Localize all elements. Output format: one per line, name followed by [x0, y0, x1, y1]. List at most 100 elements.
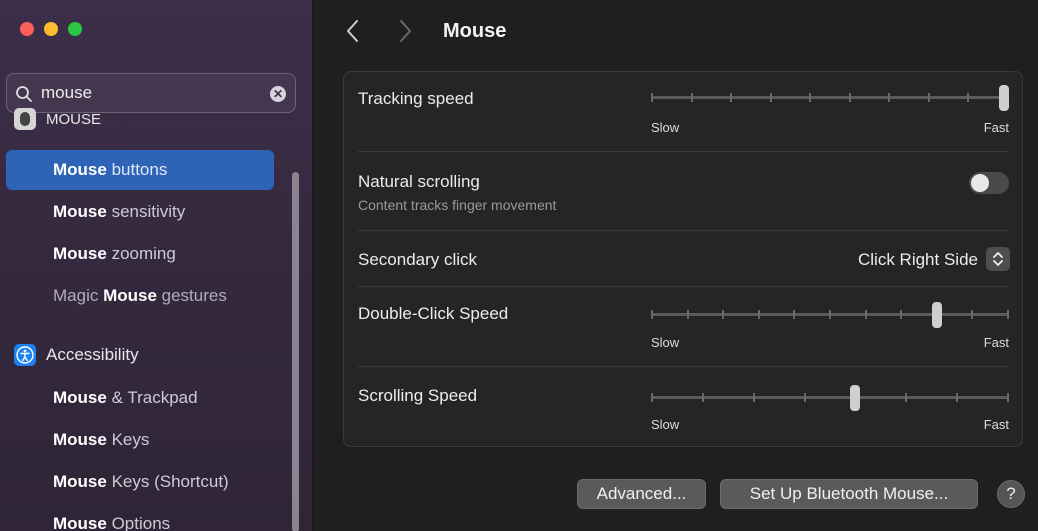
close-window-button[interactable] — [20, 22, 34, 36]
set-up-bluetooth-mouse-button[interactable]: Set Up Bluetooth Mouse... — [720, 479, 978, 509]
page-title: Mouse — [443, 20, 507, 42]
result-text: gestures — [156, 286, 227, 305]
result-text: buttons — [106, 160, 168, 179]
slider-tick — [956, 393, 959, 402]
minimize-window-button[interactable] — [44, 22, 58, 36]
fast-label: Fast — [983, 120, 1009, 135]
slider-tick — [803, 393, 806, 402]
slider-tick — [793, 310, 796, 319]
result-magic-mouse-gestures[interactable]: Magic Mouse gestures — [6, 276, 274, 316]
secondary-click-value[interactable]: Click Right Side — [858, 250, 978, 270]
result-text: Keys (Shortcut) — [106, 472, 229, 491]
divider — [358, 286, 1008, 287]
slider-tick — [686, 310, 689, 319]
slider-tick — [730, 93, 733, 102]
result-mouse-buttons[interactable]: Mouse buttons — [6, 150, 274, 190]
sidebar: ✕ Mouse Mouse buttons Mouse sensitivity … — [0, 0, 313, 531]
result-text: Options — [106, 514, 171, 531]
fast-label: Fast — [983, 335, 1009, 350]
divider — [358, 230, 1008, 231]
slow-label: Slow — [651, 120, 680, 135]
forward-chevron-icon[interactable] — [395, 16, 415, 46]
scrolling-speed-label: Scrolling Speed — [358, 386, 478, 405]
search-icon — [16, 86, 32, 102]
sidebar-scrollbar[interactable] — [292, 172, 299, 531]
scrolling-speed-slider[interactable] — [651, 385, 1009, 411]
slider-tick — [829, 310, 831, 319]
slider-tick — [690, 93, 693, 102]
tracking-speed-label: Tracking speed — [358, 89, 474, 108]
slow-label: Slow — [651, 417, 680, 432]
result-mouse-trackpad[interactable]: Mouse & Trackpad — [6, 378, 274, 418]
zoom-window-button[interactable] — [68, 22, 82, 36]
slow-label: Slow — [651, 335, 680, 350]
slider-tick — [1007, 310, 1009, 319]
slider-tick — [769, 93, 772, 102]
slider-tick — [651, 310, 653, 319]
natural-scrolling-description: Content tracks finger movement — [358, 197, 557, 213]
slider-tick — [864, 310, 867, 319]
slider-tick — [967, 93, 970, 102]
secondary-click-label: Secondary click — [358, 250, 478, 269]
main-pane: Mouse Tracking speed Slow Fast Natural s… — [313, 0, 1038, 531]
match-text: Mouse — [53, 430, 107, 449]
mouse-icon — [14, 108, 36, 130]
match-text: Mouse — [53, 160, 107, 179]
match-text: Mouse — [53, 514, 107, 531]
result-mouse-sensitivity[interactable]: Mouse sensitivity — [6, 192, 274, 232]
advanced-button[interactable]: Advanced... — [577, 479, 706, 509]
tracking-speed-slider[interactable] — [651, 85, 1009, 111]
slider-tick — [900, 310, 903, 319]
fast-label: Fast — [983, 417, 1009, 432]
divider — [358, 151, 1008, 152]
toggle-knob — [971, 174, 989, 192]
slider-track — [651, 96, 1009, 99]
slider-tick — [722, 310, 725, 319]
slider-tick — [701, 393, 704, 402]
slider-tick — [809, 93, 812, 102]
natural-scrolling-label: Natural scrolling — [358, 172, 480, 191]
result-mouse-options[interactable]: Mouse Options — [6, 504, 274, 531]
divider — [358, 366, 1008, 367]
result-text: & Trackpad — [106, 388, 198, 407]
search-field[interactable]: ✕ — [6, 73, 296, 113]
slider-tick — [651, 93, 653, 102]
accessibility-icon — [14, 344, 36, 366]
double-click-speed-slider[interactable] — [651, 302, 1009, 328]
slider-thumb[interactable] — [999, 85, 1009, 111]
group-accessibility[interactable]: Accessibility — [14, 344, 139, 366]
help-button[interactable]: ? — [997, 480, 1025, 508]
slider-tick — [752, 393, 755, 402]
result-mouse-keys[interactable]: Mouse Keys — [6, 420, 274, 460]
result-mouse-keys-shortcut[interactable]: Mouse Keys (Shortcut) — [6, 462, 274, 502]
group-label: Accessibility — [46, 345, 139, 364]
slider-tick — [848, 93, 851, 102]
back-chevron-icon[interactable] — [343, 16, 363, 46]
slider-tick — [927, 93, 930, 102]
match-text: Mouse — [53, 244, 107, 263]
natural-scrolling-toggle[interactable] — [969, 172, 1009, 194]
clear-search-icon[interactable]: ✕ — [270, 86, 286, 102]
search-input[interactable] — [41, 82, 261, 104]
slider-tick — [757, 310, 760, 319]
slider-thumb[interactable] — [850, 385, 861, 411]
chevron-up-down-icon — [993, 252, 1003, 266]
window-controls — [20, 22, 82, 36]
result-text: Magic — [53, 286, 104, 305]
slider-tick — [888, 93, 891, 102]
slider-tick — [971, 310, 974, 319]
match-text: Mouse — [53, 472, 107, 491]
slider-tick — [651, 393, 653, 402]
secondary-click-popup-button[interactable] — [986, 247, 1010, 271]
result-text: zooming — [106, 244, 176, 263]
result-mouse-zooming[interactable]: Mouse zooming — [6, 234, 274, 274]
slider-tick — [1007, 393, 1009, 402]
group-mouse[interactable]: Mouse — [14, 108, 101, 130]
match-text: Mouse — [103, 286, 157, 305]
result-text: sensitivity — [106, 202, 186, 221]
slider-tick — [905, 393, 908, 402]
settings-panel: Tracking speed Slow Fast Natural scrolli… — [343, 71, 1023, 447]
result-text: Keys — [106, 430, 150, 449]
slider-thumb[interactable] — [932, 302, 943, 328]
match-text: Mouse — [53, 388, 107, 407]
